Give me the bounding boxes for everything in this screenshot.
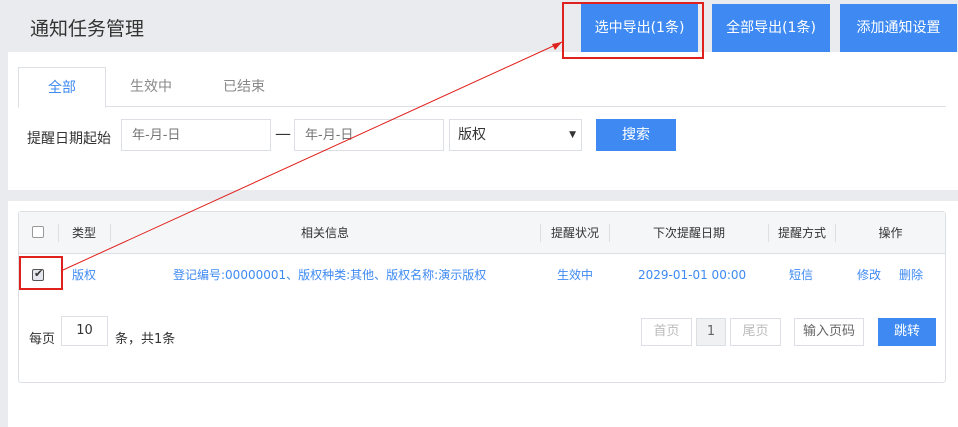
annotation-arrow bbox=[62, 41, 563, 271]
